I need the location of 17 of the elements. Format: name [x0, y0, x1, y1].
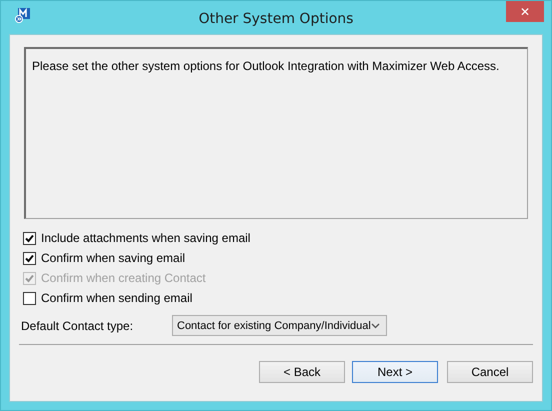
instruction-text: Please set the other system options for Outlook Integration with Maximizer Web Access.	[32, 59, 500, 73]
checkbox[interactable]	[23, 252, 36, 264]
dialog-button[interactable]: Cancel	[447, 361, 533, 383]
app-icon	[15, 7, 31, 23]
checkbox-label: Confirm when creating Contact	[41, 271, 206, 285]
field-label: Default Contact type:	[21, 318, 134, 332]
chevron-icon	[371, 322, 380, 328]
checkbox-label: Confirm when sending email	[41, 291, 192, 305]
window-title: Other System Options	[198, 10, 354, 26]
checkbox-label: Include attachments when saving email	[41, 231, 250, 245]
contact-type-dropdown[interactable]: Contact for existing Company/Individual	[172, 315, 387, 336]
dialog-button[interactable]: Next >	[352, 361, 438, 383]
close-button[interactable]: ✕	[506, 1, 544, 22]
dialog-button[interactable]: < Back	[259, 361, 345, 383]
checkbox[interactable]	[23, 232, 36, 244]
checkbox[interactable]	[23, 292, 36, 304]
checkbox-label: Confirm when saving email	[41, 251, 186, 265]
